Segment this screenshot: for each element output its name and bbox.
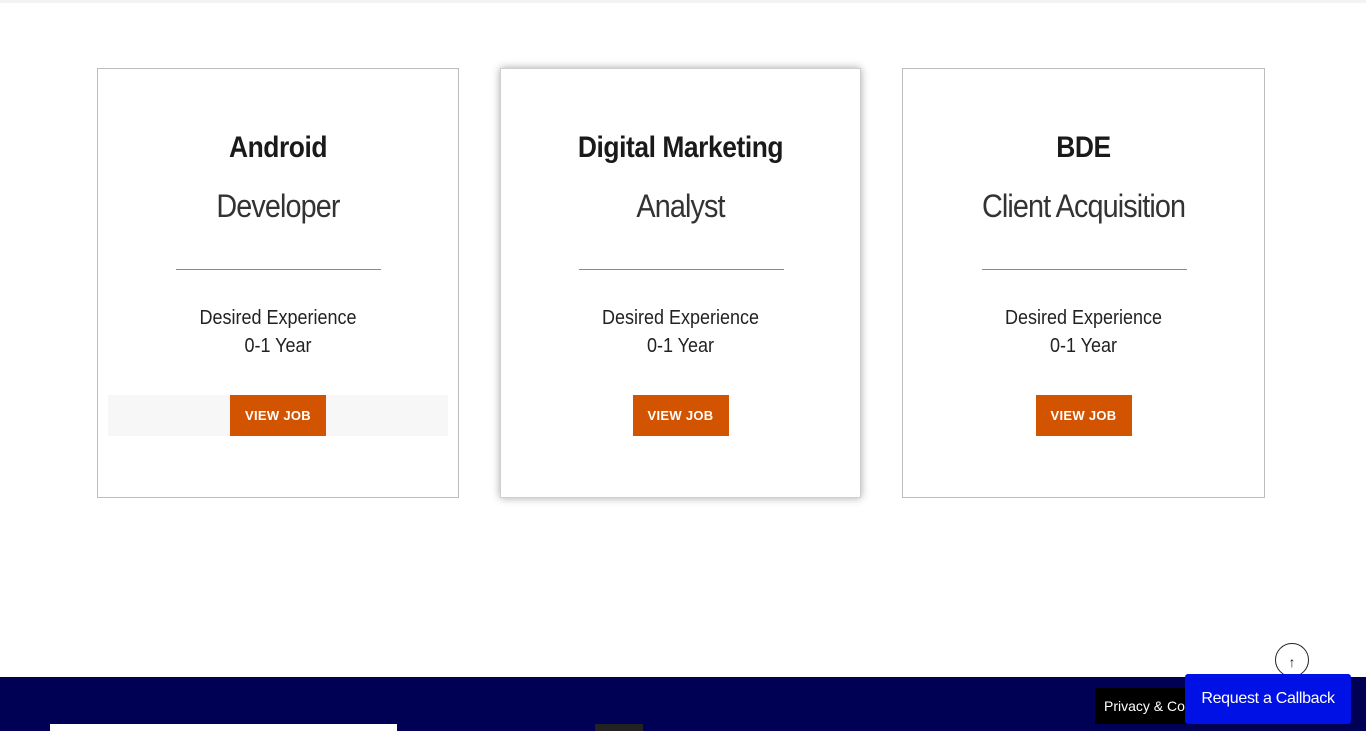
view-job-button[interactable]: VIEW JOB [632,395,729,436]
job-title: Digital Marketing [577,131,784,164]
job-card-digital-marketing: Digital Marketing Analyst Desired Experi… [500,68,861,498]
card-divider [981,269,1187,270]
request-callback-button[interactable]: Request a Callback [1185,674,1351,724]
scroll-to-top-button[interactable]: ↑ [1275,643,1309,677]
job-subtitle: Client Acquisition [981,188,1186,224]
job-subtitle: Analyst [636,188,725,224]
job-title: Android [228,131,328,164]
job-card-bde: BDE Client Acquisition Desired Experienc… [902,68,1265,498]
privacy-cookie-link[interactable]: Privacy & Coo [1095,688,1195,724]
footer-bar-segment [595,724,643,731]
experience-value: 0-1 Year [244,335,312,357]
job-subtitle: Developer [216,188,340,224]
experience-label: Desired Experience [199,307,357,329]
experience-label: Desired Experience [1004,307,1163,329]
experience-value: 0-1 Year [646,335,715,357]
top-border [0,0,1366,3]
experience-label: Desired Experience [601,307,760,329]
view-job-button[interactable]: VIEW JOB [1035,395,1132,436]
job-card-android: Android Developer Desired Experience 0-1… [97,68,459,498]
card-divider [176,269,381,270]
job-title: BDE [1056,131,1111,164]
experience-value: 0-1 Year [1049,335,1118,357]
footer-bar-segment [50,724,397,731]
arrow-up-icon: ↑ [1288,654,1296,670]
card-divider [578,269,784,270]
view-job-button[interactable]: VIEW JOB [230,395,326,436]
